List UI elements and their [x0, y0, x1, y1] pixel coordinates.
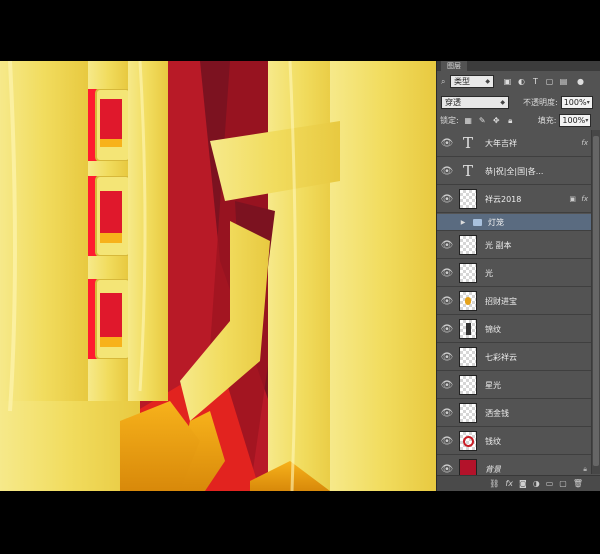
blend-mode-select[interactable]: 穿透 ◆ — [441, 96, 509, 109]
layer-row[interactable]: 👁︎ 光 副本 — [437, 232, 592, 259]
filter-type-select[interactable]: 类型 ◆ — [450, 75, 494, 88]
layer-row[interactable]: 👁︎ T 大年吉祥 fx — [437, 130, 592, 157]
eye-icon[interactable]: 👁︎ — [437, 408, 457, 419]
fill-value: 100% — [562, 115, 586, 125]
layers-scrollbar[interactable] — [591, 130, 600, 474]
panel-tabbar: 图层 — [437, 61, 600, 71]
lock-icon: 🔒︎ — [583, 464, 587, 473]
fx-icon[interactable]: fx — [505, 479, 513, 488]
mask-icon[interactable]: ◙ — [519, 479, 527, 488]
fill-input[interactable]: 100% ▾ — [559, 113, 592, 127]
trash-icon[interactable]: 🗑︎ — [573, 479, 583, 488]
layer-name: 七彩祥云 — [485, 352, 517, 362]
layer-name: 大年吉祥 — [485, 138, 517, 148]
eye-icon[interactable]: 👁︎ — [437, 194, 457, 205]
layers-toolbar: ⛓︎ fx ◙ ◑ ▭ ▢ 🗑︎ — [437, 475, 600, 491]
opacity-label: 不透明度: — [523, 98, 558, 107]
layer-row[interactable]: 👁︎ 招财进宝 — [437, 288, 592, 315]
blend-row: 穿透 ◆ 不透明度: 100% ▾ — [437, 94, 600, 111]
filter-toggle-icon[interactable]: ● — [575, 76, 586, 87]
layer-thumbnail — [459, 403, 477, 423]
eye-icon[interactable]: 👁︎ — [437, 240, 457, 251]
opacity-value: 100% — [563, 98, 587, 107]
text-layer-icon: T — [462, 134, 473, 152]
layer-thumbnail — [459, 431, 477, 451]
blend-mode-value: 穿透 — [445, 98, 461, 107]
expand-triangle-icon[interactable]: ▶ — [459, 219, 467, 226]
layer-row[interactable]: 👁︎ 锦纹 — [437, 316, 592, 343]
layer-name: 光 副本 — [485, 240, 512, 250]
layer-name: 背景 — [485, 464, 501, 474]
lock-all-icon[interactable]: 🔒︎ — [505, 115, 516, 126]
tab-layers[interactable]: 图层 — [441, 61, 467, 71]
chevron-down-icon: ◆ — [485, 78, 490, 85]
layer-row[interactable]: 👁︎ T 恭|祝|全|国|各... — [437, 158, 592, 185]
layer-row[interactable]: 👁︎ 钱纹 — [437, 428, 592, 455]
layer-name: 灯笼 — [488, 217, 504, 227]
text-layer-icon: T — [462, 162, 473, 180]
adjustment-icon[interactable]: ◑ — [533, 479, 540, 488]
chevron-down-icon: ▾ — [586, 99, 590, 106]
filter-text-icon[interactable]: T — [530, 76, 541, 87]
filter-adjustment-icon[interactable]: ◐ — [516, 76, 527, 87]
layer-row[interactable]: 👁︎ 星光 — [437, 372, 592, 399]
new-group-icon[interactable]: ▭ — [546, 479, 554, 488]
chevron-down-icon: ▾ — [585, 116, 589, 124]
lock-row: 锁定: ▦ ✎ ✥ 🔒︎ 填充: 100% ▾ — [437, 112, 600, 128]
eye-icon[interactable]: 👁︎ — [437, 138, 457, 149]
layer-thumbnail — [459, 375, 477, 395]
eye-icon[interactable]: 👁︎ — [437, 296, 457, 307]
fill-label: 填充: — [537, 115, 557, 125]
chevron-down-icon: ◆ — [500, 99, 505, 106]
layer-name: 光 — [485, 268, 493, 278]
eye-icon[interactable]: 👁︎ — [437, 352, 457, 363]
filter-row: ⌕ 类型 ◆ ▣ ◐ T ▢ ▤ ● — [437, 73, 600, 90]
layer-thumbnail — [459, 263, 477, 283]
eye-icon[interactable]: 👁︎ — [437, 324, 457, 335]
filter-type-value: 类型 — [454, 77, 470, 86]
layer-row[interactable]: 👁︎ 祥云2018 ▣ fx — [437, 186, 592, 213]
canvas-artwork — [0, 61, 436, 491]
filter-smartobject-icon[interactable]: ▤ — [558, 76, 569, 87]
opacity-input[interactable]: 100% ▾ — [560, 96, 593, 109]
layer-thumbnail — [459, 291, 477, 311]
lock-label: 锁定: — [440, 115, 459, 125]
lock-image-icon[interactable]: ✎ — [477, 115, 488, 126]
fx-icon[interactable]: fx — [581, 139, 588, 147]
layer-name: 星光 — [485, 380, 501, 390]
layer-name: 祥云2018 — [485, 194, 522, 204]
smart-object-icon: ▣ — [569, 195, 576, 203]
filter-pixel-icon[interactable]: ▣ — [502, 76, 513, 87]
layers-panel: 图层 ⌕ 类型 ◆ ▣ ◐ T ▢ ▤ ● 穿透 ◆ 不透明度: 100% ▾ 锁定:… — [436, 61, 600, 491]
layer-thumbnail — [459, 319, 477, 339]
lock-position-icon[interactable]: ✥ — [491, 115, 502, 126]
folder-icon — [473, 218, 482, 226]
layer-name: 钱纹 — [485, 436, 501, 446]
document-canvas[interactable] — [0, 61, 436, 491]
new-layer-icon[interactable]: ▢ — [559, 479, 567, 488]
eye-icon[interactable]: 👁︎ — [437, 166, 457, 177]
search-icon: ⌕ — [441, 76, 446, 86]
lock-transparent-icon[interactable]: ▦ — [463, 115, 474, 126]
layer-group-row[interactable]: ▶ 灯笼 — [437, 214, 592, 231]
filter-shape-icon[interactable]: ▢ — [544, 76, 555, 87]
link-icon[interactable]: ⛓︎ — [489, 479, 499, 488]
eye-icon[interactable]: 👁︎ — [437, 268, 457, 279]
layer-row[interactable]: 👁︎ 光 — [437, 260, 592, 287]
scrollbar-thumb[interactable] — [593, 136, 599, 466]
layer-name: 洒金钱 — [485, 408, 509, 418]
eye-icon[interactable]: 👁︎ — [437, 380, 457, 391]
layer-thumbnail — [459, 189, 477, 209]
layer-thumbnail — [459, 235, 477, 255]
fx-icon[interactable]: fx — [581, 195, 588, 203]
layer-name: 锦纹 — [485, 324, 501, 334]
layer-row[interactable]: 👁︎ 七彩祥云 — [437, 344, 592, 371]
layer-thumbnail — [459, 347, 477, 367]
eye-icon[interactable]: 👁︎ — [437, 436, 457, 447]
eye-icon[interactable]: 👁︎ — [437, 464, 457, 475]
layer-name: 招财进宝 — [485, 296, 517, 306]
layer-name: 恭|祝|全|国|各... — [485, 166, 544, 176]
layer-row[interactable]: 👁︎ 洒金钱 — [437, 400, 592, 427]
